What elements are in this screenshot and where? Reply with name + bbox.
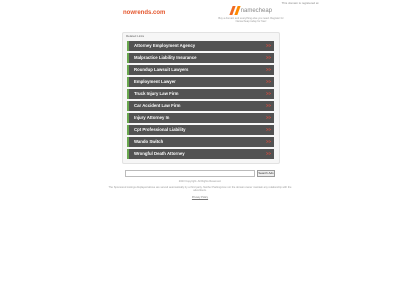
domain-name[interactable]: nowrends.com (123, 10, 165, 16)
privacy-policy-link[interactable]: Privacy Policy (180, 196, 220, 199)
related-links-list: Attorney Employment Agency >> Malpractice… (127, 41, 274, 161)
namecheap-wordmark: namecheap (240, 7, 272, 14)
arrow-icon: >> (265, 139, 271, 144)
arrow-icon: >> (265, 79, 271, 84)
related-link-row[interactable]: Wrongful Death Attorney >> (127, 149, 274, 159)
search-ads-button[interactable]: Search Ads (257, 170, 275, 177)
related-link-label: Wrongful Death Attorney (134, 151, 185, 156)
namecheap-tagline: Buy a domain and everything else you nee… (218, 17, 284, 24)
related-link-row[interactable]: Cpt Professional Liability >> (127, 125, 274, 135)
related-links-label: Related Links (126, 34, 145, 38)
related-link-row[interactable]: Malpractice Liability Insurance >> (127, 53, 274, 63)
related-link-row[interactable]: Roundup Lawsuit Lawyers >> (127, 65, 274, 75)
related-link-row[interactable]: Attorney Employment Agency >> (127, 41, 274, 51)
arrow-icon: >> (265, 151, 271, 156)
arrow-icon: >> (265, 43, 271, 48)
related-link-row[interactable]: Car Accident Law Firm >> (127, 101, 274, 111)
related-link-label: Injury Attorney In (134, 115, 170, 120)
related-link-label: Malpractice Liability Insurance (134, 55, 197, 60)
arrow-icon: >> (265, 91, 271, 96)
related-link-label: Truck Injury Law Firm (134, 91, 179, 96)
arrow-icon: >> (265, 67, 271, 72)
related-link-label: Car Accident Law Firm (134, 103, 181, 108)
related-link-label: Attorney Employment Agency (134, 43, 196, 48)
namecheap-mark-icon (229, 6, 241, 15)
related-link-row[interactable]: Employment Lawyer >> (127, 77, 274, 87)
related-link-label: Cpt Professional Liability (134, 127, 186, 132)
related-link-row[interactable]: Injury Attorney In >> (127, 113, 274, 123)
copyright-text: 2023 Copyright. All Rights Reserved. (178, 180, 222, 183)
registrar-note: This domain is registered at (281, 1, 319, 5)
related-link-row[interactable]: Truck Injury Law Firm >> (127, 89, 274, 99)
related-link-label: Employment Lawyer (134, 79, 176, 84)
related-link-row[interactable]: Wando Switch >> (127, 137, 274, 147)
related-link-label: Wando Switch (134, 139, 164, 144)
arrow-icon: >> (265, 103, 271, 108)
related-links-panel: Related Links Attorney Employment Agency… (122, 32, 280, 164)
parked-domain-page: This domain is registered at nowrends.co… (0, 0, 400, 300)
search-input[interactable] (125, 170, 255, 177)
arrow-icon: >> (265, 115, 271, 120)
disclaimer-text: The Sponsored Listings displayed above a… (108, 186, 292, 193)
arrow-icon: >> (265, 127, 271, 132)
arrow-icon: >> (265, 55, 271, 60)
related-link-label: Roundup Lawsuit Lawyers (134, 67, 189, 72)
namecheap-logo[interactable]: namecheap (229, 6, 272, 15)
